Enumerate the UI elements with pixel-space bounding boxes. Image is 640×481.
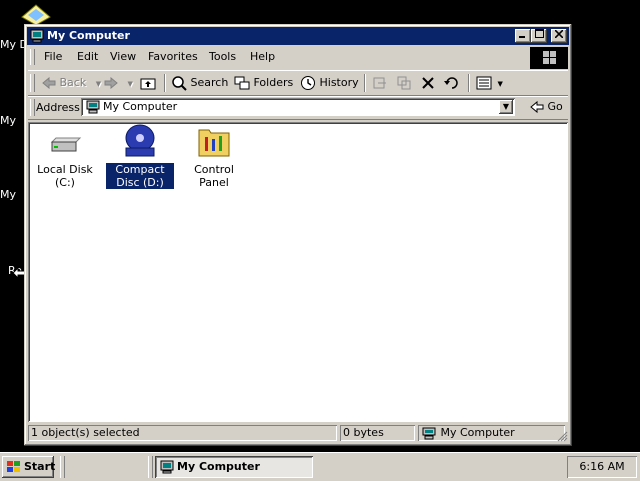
- clock[interactable]: 6:16 AM: [579, 460, 624, 473]
- start-label: Start: [24, 460, 56, 473]
- system-tray: 6:16 AM: [567, 456, 637, 478]
- copy-to-icon: [397, 76, 411, 90]
- close-button[interactable]: [551, 29, 567, 43]
- file-item-label: Local Disk (C:): [37, 163, 93, 189]
- computer-icon: [422, 427, 436, 439]
- maximize-icon: [534, 29, 544, 38]
- undo-button[interactable]: [444, 74, 460, 92]
- delete-button[interactable]: [421, 74, 435, 92]
- folders-button[interactable]: Folders: [234, 74, 293, 92]
- status-selection: 1 object(s) selected: [28, 425, 337, 441]
- address-input[interactable]: My Computer ▼: [81, 98, 515, 116]
- computer-icon: [86, 100, 100, 114]
- delete-icon: [422, 77, 434, 89]
- address-dropdown-button[interactable]: ▼: [499, 100, 513, 114]
- windows-logo-icon: [7, 461, 20, 472]
- menu-help[interactable]: Help: [250, 50, 275, 64]
- status-size: 0 bytes: [340, 425, 415, 441]
- search-button[interactable]: Search: [171, 74, 228, 92]
- up-button[interactable]: [140, 74, 156, 92]
- windows-logo: [530, 47, 568, 69]
- history-button[interactable]: History: [300, 74, 359, 92]
- windows-flag-icon: [543, 51, 556, 64]
- status-selection-text: 1 object(s) selected: [31, 426, 140, 439]
- desktop-icon-label: My: [0, 188, 17, 201]
- menu-tools[interactable]: Tools: [209, 50, 236, 64]
- menu-view[interactable]: View: [110, 50, 136, 64]
- file-item-label: Control Panel: [194, 163, 234, 189]
- chevron-down-icon: ▼: [502, 102, 510, 111]
- minimize-button[interactable]: [515, 29, 531, 43]
- control-panel-icon: [198, 129, 230, 157]
- go-arrow-icon: [530, 100, 544, 114]
- explorer-window: My Computer File Edit View Favorites Too…: [24, 24, 572, 446]
- views-button[interactable]: ▼: [476, 74, 503, 92]
- menu-grip[interactable]: [30, 49, 35, 65]
- address-value: My Computer: [103, 100, 178, 113]
- forward-dropdown-icon[interactable]: ▼: [128, 80, 133, 88]
- taskbar: Start My Computer 6:16 AM: [0, 452, 640, 481]
- taskbar-button-my-computer[interactable]: My Computer: [155, 456, 313, 478]
- status-zone: My Computer: [418, 425, 565, 441]
- menu-bar: File Edit View Favorites Tools Help: [28, 47, 568, 69]
- start-button[interactable]: Start: [2, 456, 56, 478]
- forward-button[interactable]: ▼: [104, 74, 133, 92]
- back-arrow-icon: [42, 76, 56, 90]
- history-icon: [301, 76, 315, 90]
- history-label: History: [319, 76, 359, 89]
- status-bar: 1 object(s) selected 0 bytes My Computer: [28, 424, 568, 442]
- folders-label: Folders: [253, 76, 294, 89]
- undo-icon: [444, 77, 458, 89]
- resize-grip-icon[interactable]: [556, 430, 568, 442]
- address-label: Address: [36, 101, 80, 114]
- computer-icon: [160, 460, 174, 474]
- move-to-icon: [373, 77, 386, 89]
- maximize-button[interactable]: [531, 29, 547, 43]
- menu-favorites[interactable]: Favorites: [148, 50, 198, 64]
- menu-edit[interactable]: Edit: [77, 50, 98, 64]
- go-button[interactable]: Go: [530, 99, 563, 115]
- toolbar-grip[interactable]: [30, 74, 35, 92]
- file-item-label: Compact Disc (D:): [106, 163, 174, 189]
- taskbar-button-label: My Computer: [177, 460, 260, 473]
- file-item-compact-disc[interactable]: Compact Disc (D:): [106, 124, 174, 189]
- search-icon: [172, 76, 187, 91]
- views-icon: [476, 76, 492, 90]
- title-bar[interactable]: My Computer: [27, 27, 569, 45]
- status-size-text: 0 bytes: [343, 426, 384, 439]
- desktop-icon-label: My: [0, 114, 17, 127]
- up-folder-icon: [140, 78, 156, 90]
- close-icon: [554, 29, 564, 39]
- cd-drive-icon: [125, 124, 155, 157]
- search-label: Search: [190, 76, 229, 89]
- address-grip[interactable]: [30, 99, 35, 116]
- toolbar-separator: [468, 74, 470, 92]
- standard-toolbar: Back ▼ ▼ Search Folders History ▼: [28, 70, 568, 96]
- copy-to-button[interactable]: [396, 74, 412, 92]
- toolbar-separator: [364, 74, 366, 92]
- file-item-control-panel[interactable]: Control Panel: [178, 124, 250, 189]
- hard-drive-icon: [50, 137, 82, 152]
- go-label: Go: [547, 100, 563, 113]
- computer-icon: [30, 29, 44, 43]
- taskbar-grip[interactable]: [148, 456, 153, 478]
- toolbar-separator: [164, 74, 166, 92]
- menu-file[interactable]: File: [44, 50, 62, 64]
- address-bar: Address My Computer ▼ Go: [28, 96, 568, 120]
- move-to-button[interactable]: [372, 74, 388, 92]
- file-item-local-disk[interactable]: Local Disk (C:): [30, 128, 100, 189]
- minimize-icon: [519, 36, 525, 38]
- window-title: My Computer: [47, 29, 130, 42]
- back-label: Back: [59, 76, 87, 89]
- taskbar-grip[interactable]: [60, 456, 65, 478]
- folders-icon: [234, 76, 250, 90]
- back-button[interactable]: Back ▼: [42, 74, 101, 92]
- forward-arrow-icon: [104, 76, 118, 90]
- back-dropdown-icon[interactable]: ▼: [96, 80, 101, 88]
- views-dropdown-icon[interactable]: ▼: [498, 80, 503, 88]
- file-list-view[interactable]: Local Disk (C:) Compact Disc (D:) Contro…: [28, 122, 568, 422]
- status-zone-text: My Computer: [440, 426, 515, 439]
- desktop-folder-icon[interactable]: [18, 3, 52, 25]
